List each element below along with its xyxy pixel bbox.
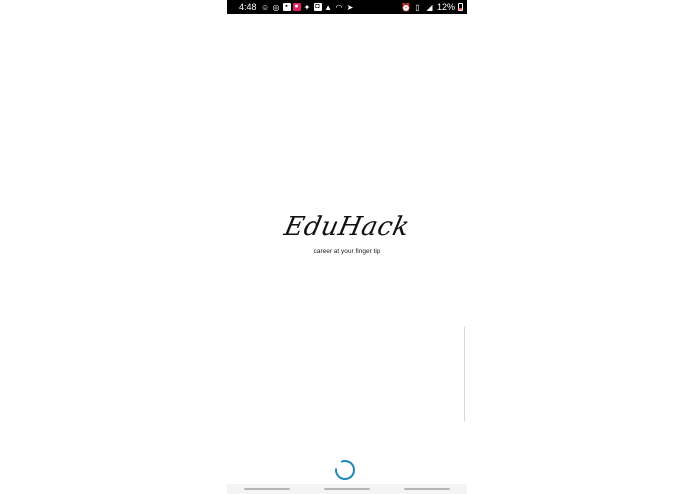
- phone-screen: 4:48 ☺ ◎ ▪ ● ✦ ◘ ▲ ◠ ➤ ⏰ ▯ ◢ 12% EduHack…: [227, 0, 467, 494]
- alarm-icon: ⏰: [400, 2, 411, 12]
- back-button[interactable]: [404, 488, 450, 490]
- vibrate-icon: ▯: [415, 2, 420, 12]
- app-tagline: career at your finger tip: [313, 248, 381, 255]
- battery-percent: 12%: [436, 2, 455, 12]
- emoji-icon: ☺: [260, 2, 270, 12]
- record-icon: ◎: [272, 2, 280, 12]
- instagram-icon: ◘: [313, 3, 322, 11]
- status-bar: 4:48 ☺ ◎ ▪ ● ✦ ◘ ▲ ◠ ➤ ⏰ ▯ ◢ 12%: [227, 0, 467, 14]
- red-app-icon: ●: [292, 3, 301, 11]
- telegram-icon: ➤: [346, 2, 354, 12]
- twitter-icon: ✦: [303, 2, 311, 12]
- navigation-bar: [227, 484, 467, 494]
- notification-icons: ☺ ◎ ▪ ● ✦ ◘ ▲ ◠ ➤: [261, 3, 355, 12]
- edge-panel-handle[interactable]: [464, 326, 467, 422]
- alert-icon: ▲: [324, 2, 332, 12]
- game-icon: ▪: [282, 3, 291, 11]
- loading-spinner-icon: [335, 460, 355, 480]
- status-time: 4:48: [239, 2, 257, 12]
- wifi-icon: ◠: [335, 2, 343, 12]
- home-button[interactable]: [324, 488, 370, 490]
- battery-icon: [458, 3, 463, 11]
- status-system-icons: ⏰ ▯ ◢ 12%: [401, 2, 463, 12]
- signal-icon: ◢: [426, 2, 433, 12]
- app-logo: EduHack: [281, 212, 413, 242]
- recent-apps-button[interactable]: [244, 488, 290, 490]
